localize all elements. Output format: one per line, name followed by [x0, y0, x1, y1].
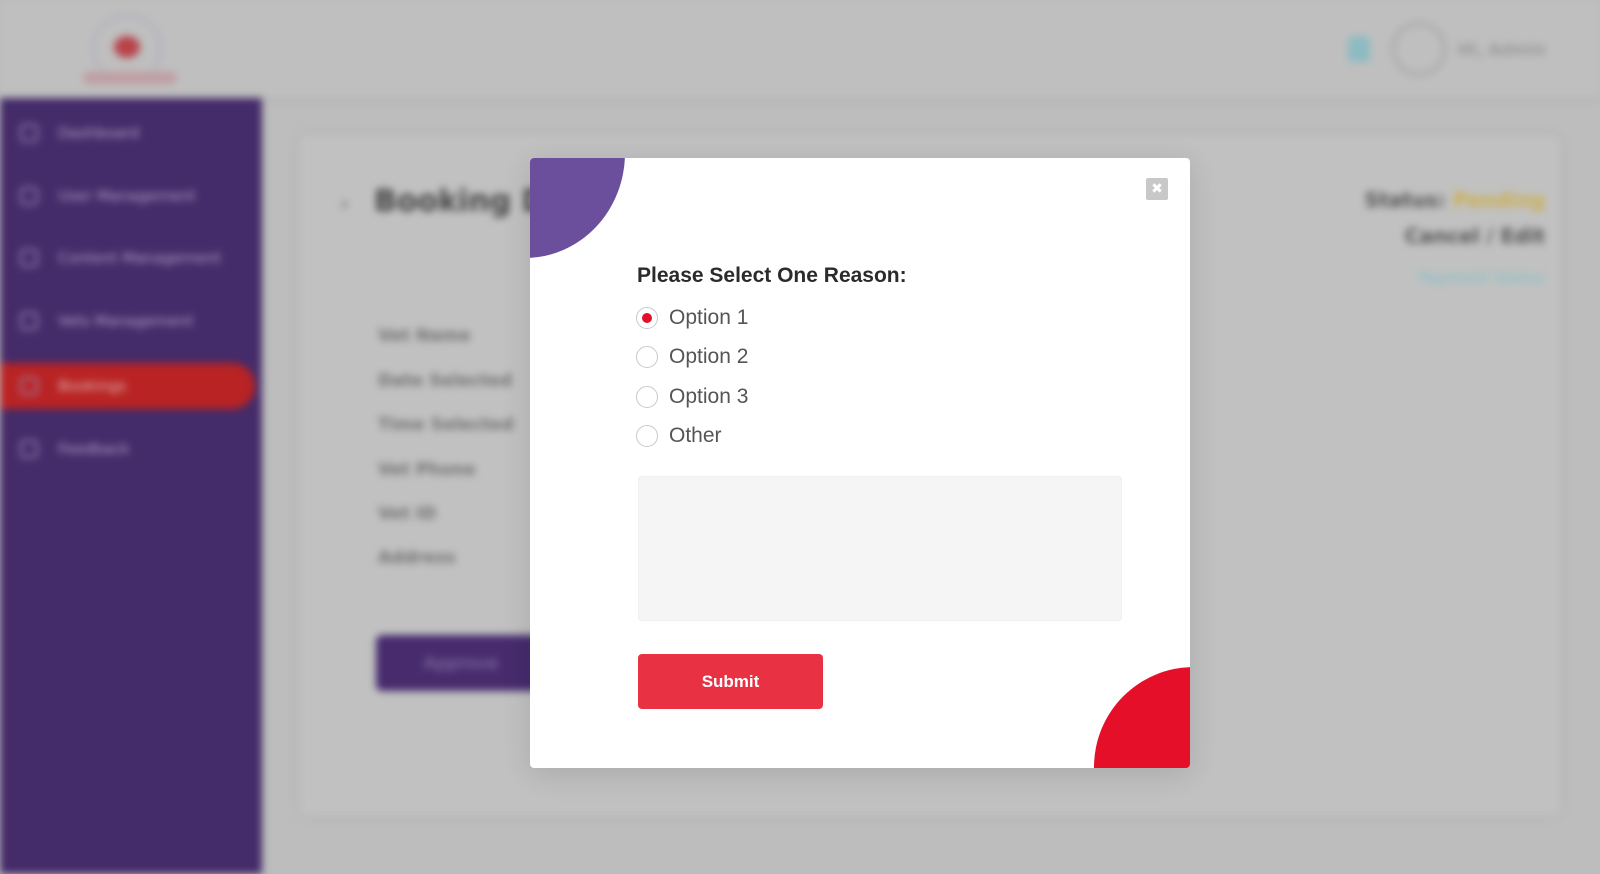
radio-dot [642, 313, 652, 323]
reason-textarea[interactable] [638, 476, 1122, 621]
submit-button[interactable]: Submit [638, 654, 823, 709]
close-icon[interactable]: ✖ [1146, 178, 1168, 200]
radio-button[interactable] [636, 346, 658, 368]
radio-button[interactable] [636, 425, 658, 447]
reason-option-other[interactable]: Other [636, 424, 722, 448]
option-label: Other [669, 424, 722, 447]
radio-button[interactable] [636, 386, 658, 408]
reason-option-1[interactable]: Option 1 [636, 306, 748, 330]
decorative-red-shape [1094, 667, 1190, 768]
reason-modal: ✖ Please Select One Reason: Option 1 Opt… [530, 158, 1190, 768]
reason-option-3[interactable]: Option 3 [636, 385, 748, 409]
modal-question: Please Select One Reason: [637, 264, 907, 287]
decorative-purple-shape [530, 158, 625, 258]
reason-option-2[interactable]: Option 2 [636, 345, 748, 369]
option-label: Option 2 [669, 345, 749, 368]
option-label: Option 3 [669, 385, 749, 408]
radio-button-selected[interactable] [636, 307, 658, 329]
option-label: Option 1 [669, 306, 749, 329]
